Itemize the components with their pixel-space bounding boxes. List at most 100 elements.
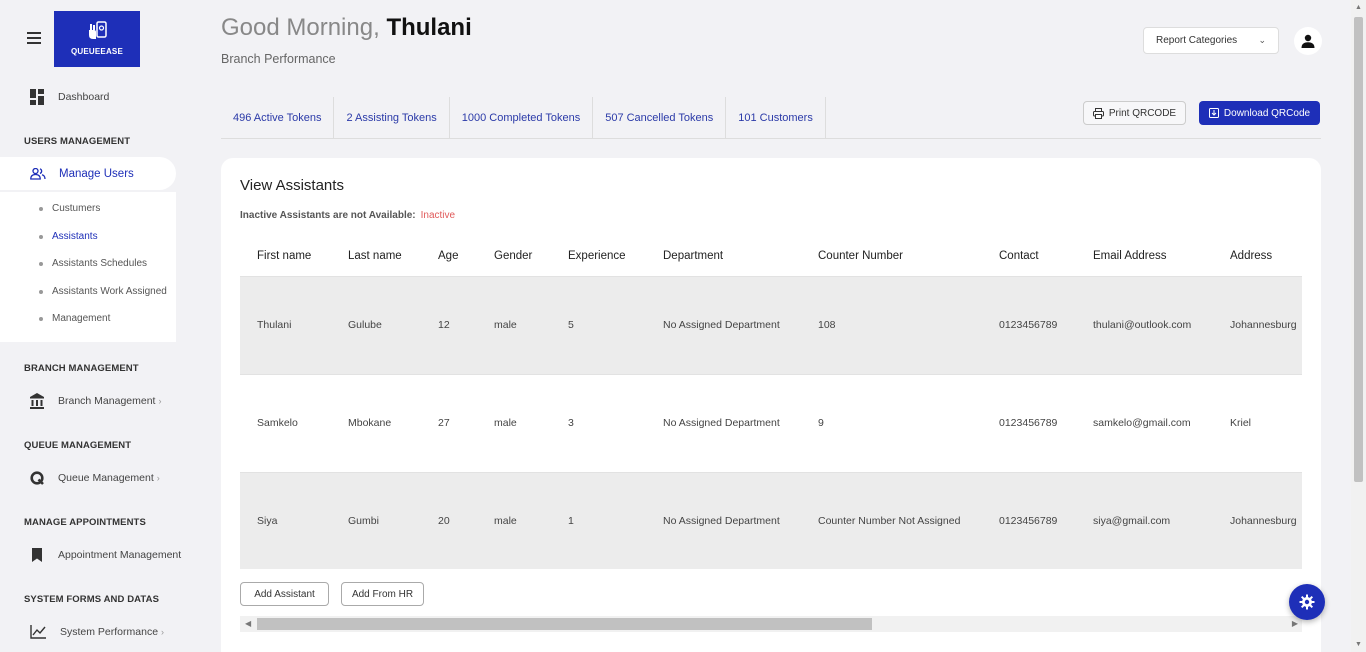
table-row[interactable]: Thulani Gulube 12 male 5 No Assigned Dep… (240, 276, 1302, 374)
chevron-right-icon: › (156, 473, 160, 483)
sidebar-item-system-performance[interactable]: System Performance › (30, 625, 164, 639)
card-title: View Assistants (240, 177, 344, 194)
table-cell: No Assigned Department (646, 276, 801, 374)
table-cell: 27 (438, 417, 450, 429)
add-assistant-button[interactable]: Add Assistant (240, 582, 329, 606)
sidebar-subitem-management[interactable]: Management (39, 313, 110, 324)
scroll-right-icon[interactable]: ▶ (1292, 619, 1298, 628)
dashboard-icon (30, 89, 44, 105)
settings-fab-button[interactable] (1289, 584, 1325, 620)
table-cell: Gumbi (331, 472, 421, 569)
stat-cancelled-tokens[interactable]: 507 Cancelled Tokens (593, 97, 727, 138)
subitem-label: Custumers (52, 203, 101, 214)
sidebar-subitem-customers[interactable]: Custumers (39, 203, 100, 214)
bullet-icon (39, 206, 43, 211)
page-subtitle: Branch Performance (221, 52, 336, 66)
gear-icon (1299, 594, 1315, 610)
users-icon (30, 167, 46, 180)
stat-active-tokens[interactable]: 496 Active Tokens (221, 97, 335, 138)
sidebar-subitem-assistants-work-assigned[interactable]: Assistants Work Assigned (39, 286, 167, 297)
table-cell: Kriel (1230, 417, 1252, 429)
table-cell: 9 (818, 417, 824, 429)
column-header[interactable]: Counter Number (801, 237, 982, 277)
section-title-users: USERS MANAGEMENT (24, 136, 131, 147)
column-header[interactable]: Age (421, 237, 477, 277)
chevron-down-icon: ⌄ (1258, 35, 1266, 45)
table-cell: 12 (421, 276, 477, 374)
sidebar-item-label: Appointment Management (58, 549, 182, 561)
sidebar-item-label: Queue Management (58, 472, 154, 484)
sidebar-item-appointment-management[interactable]: Appointment Management (30, 548, 181, 562)
report-categories-select[interactable]: Report Categories ⌄ (1143, 27, 1279, 54)
table-cell: Counter Number Not Assigned (801, 472, 982, 569)
print-qrcode-button[interactable]: Print QRCODE (1083, 101, 1186, 125)
table-cell: 5 (551, 276, 646, 374)
column-header[interactable]: Experience (551, 237, 646, 277)
scroll-down-icon[interactable]: ▼ (1355, 641, 1362, 648)
bookmark-icon (32, 548, 42, 562)
divider (221, 138, 1321, 139)
column-header[interactable]: Contact (982, 237, 1076, 277)
bullet-icon (39, 234, 43, 239)
add-from-hr-button[interactable]: Add From HR (341, 582, 424, 606)
scroll-up-icon[interactable]: ▲ (1355, 4, 1362, 11)
sidebar-item-label: Manage Users (59, 167, 134, 180)
table-row[interactable]: Siya Gumbi 20 male 1 No Assigned Departm… (240, 472, 1302, 569)
column-header[interactable]: Last name (331, 237, 421, 277)
printer-icon (1092, 107, 1104, 119)
table-header-row: First name Last name Age Gender Experien… (240, 237, 1302, 277)
table-cell: 0123456789 (982, 472, 1076, 569)
bullet-icon (39, 289, 43, 294)
inactive-badge[interactable]: Inactive (421, 210, 455, 221)
download-icon (1208, 108, 1219, 118)
table-cell: 0123456789 (999, 417, 1058, 429)
sidebar-item-queue-management[interactable]: Queue Management › (30, 471, 160, 485)
table-cell: No Assigned Department (663, 417, 780, 429)
subitem-label: Assistants Work Assigned (52, 286, 167, 297)
queue-icon (30, 471, 44, 485)
sidebar-item-dashboard[interactable]: Dashboard (30, 89, 109, 105)
inactive-note: Inactive Assistants are not Available: In… (240, 210, 455, 221)
table-row[interactable]: Samkelo Mbokane 27 male 3 No Assigned De… (240, 374, 1302, 472)
column-header[interactable]: First name (240, 237, 331, 277)
sidebar-item-label: Branch Management (58, 395, 156, 407)
stat-completed-tokens[interactable]: 1000 Completed Tokens (450, 97, 594, 138)
table-cell: siya@gmail.com (1076, 472, 1213, 569)
scrollbar-thumb[interactable] (257, 618, 872, 630)
table-cell: 3 (568, 417, 574, 429)
column-header[interactable]: Address (1213, 237, 1302, 277)
sidebar-subitem-assistants[interactable]: Assistants (39, 231, 98, 242)
section-title-branch: BRANCH MANAGEMENT (24, 363, 139, 374)
section-title-queue: QUEUE MANAGEMENT (24, 440, 132, 451)
scrollbar-thumb[interactable] (1354, 17, 1363, 482)
table-cell: Siya (240, 472, 331, 569)
assistants-table: First name Last name Age Gender Experien… (240, 237, 1302, 569)
sidebar-item-branch-management[interactable]: Branch Management › (30, 393, 161, 409)
brand-name: QUEUEEASE (70, 47, 124, 56)
scroll-left-icon[interactable]: ◀ (245, 619, 251, 628)
table-cell: Johannesburg (1213, 472, 1302, 569)
column-header[interactable]: Gender (477, 237, 551, 277)
table-cell: 0123456789 (982, 276, 1076, 374)
subitem-label: Assistants (52, 231, 98, 242)
download-qrcode-button[interactable]: Download QRCode (1199, 101, 1320, 125)
stat-assisting-tokens[interactable]: 2 Assisting Tokens (334, 97, 450, 138)
table-cell: Johannesburg (1213, 276, 1302, 374)
column-header[interactable]: Email Address (1076, 237, 1213, 277)
brand-logo[interactable]: QUEUEEASE (54, 11, 140, 67)
column-header[interactable]: Department (646, 237, 801, 277)
menu-icon[interactable] (27, 32, 41, 44)
table-cell: 20 (421, 472, 477, 569)
greeting-user-name: Thulani (386, 14, 472, 41)
stat-customers[interactable]: 101 Customers (726, 97, 826, 138)
subitem-label: Assistants Schedules (52, 258, 148, 269)
table-cell: Gulube (331, 276, 421, 374)
sidebar-subitem-assistants-schedules[interactable]: Assistants Schedules (39, 258, 147, 269)
horizontal-scrollbar[interactable]: ◀ ▶ (240, 616, 1302, 632)
table-cell: 1 (551, 472, 646, 569)
sidebar-item-manage-users[interactable]: Manage Users (0, 157, 176, 190)
bank-icon (30, 393, 44, 409)
logo-icon (89, 21, 107, 39)
user-avatar[interactable] (1294, 27, 1322, 55)
vertical-scrollbar[interactable]: ▲ ▼ (1351, 0, 1366, 652)
